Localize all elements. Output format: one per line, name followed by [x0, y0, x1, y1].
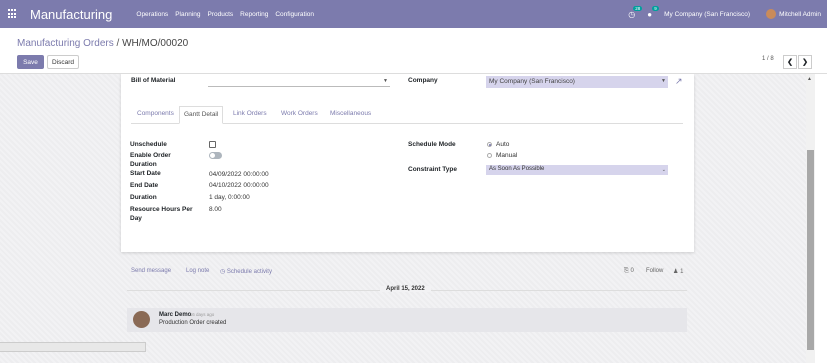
caret-down-icon: ▼ [383, 78, 388, 84]
status-bar [0, 342, 146, 352]
breadcrumb: Manufacturing Orders / WH/MO/00020 [17, 38, 188, 49]
author-avatar[interactable] [133, 311, 150, 328]
schedule-activity-label: Schedule activity [226, 269, 272, 275]
paperclip-icon: ⎘ [624, 268, 629, 274]
breadcrumb-current: WH/MO/00020 [122, 38, 189, 49]
tab-miscellaneous[interactable]: Miscellaneous [330, 110, 371, 117]
schedule-mode-manual-label[interactable]: Manual [496, 152, 517, 159]
schedule-mode-auto-radio[interactable] [487, 142, 492, 147]
schedule-mode-auto-label[interactable]: Auto [496, 141, 509, 148]
scrollbar-thumb[interactable] [807, 150, 814, 350]
tab-work-orders[interactable]: Work Orders [281, 110, 318, 117]
discard-button[interactable]: Discard [47, 55, 79, 69]
chevron-down-icon: ⌄ [661, 167, 666, 173]
send-message-button[interactable]: Send message [131, 268, 171, 274]
form-view: Bill of Material ▼ Company My Company (S… [0, 74, 806, 363]
enable-order-duration-label-line2: Duration [130, 161, 157, 168]
enable-order-duration-label: Enable Order [130, 152, 171, 159]
company-switcher[interactable]: My Company (San Francisco) [664, 11, 750, 18]
duration-value[interactable]: 1 day, 0:00:00 [209, 194, 250, 201]
external-link-icon[interactable]: ↗ [675, 76, 683, 87]
navbar-systray: ◷ 28 ● 9 My Company (San Francisco) Mitc… [628, 0, 821, 28]
apps-menu-icon[interactable] [8, 9, 18, 19]
company-value: My Company (San Francisco) [489, 78, 575, 85]
end-date-label: End Date [130, 182, 159, 189]
message-count-badge: 9 [652, 5, 659, 11]
bom-select[interactable]: ▼ [208, 76, 390, 87]
menu-item-operations[interactable]: Operations [136, 11, 168, 18]
clock-icon: ◷ [628, 9, 636, 19]
clock-icon: ◷ [220, 269, 226, 275]
menu-item-reporting[interactable]: Reporting [240, 11, 268, 18]
schedule-activity-button[interactable]: ◷ Schedule activity [220, 268, 272, 275]
attachments-button[interactable]: ⎘ 0 [624, 268, 634, 275]
user-avatar[interactable] [766, 9, 777, 19]
breadcrumb-parent[interactable]: Manufacturing Orders [17, 38, 114, 49]
vertical-scrollbar[interactable]: ▲ [806, 74, 815, 363]
breadcrumb-separator: / [116, 38, 120, 49]
user-menu[interactable]: Mitchell Admin [779, 11, 821, 18]
save-button[interactable]: Save [17, 55, 44, 69]
menu-item-configuration[interactable]: Configuration [275, 11, 314, 18]
caret-down-icon: ▼ [661, 78, 666, 84]
form-sheet [121, 74, 694, 252]
pager-value[interactable]: 1 / 8 [762, 56, 774, 62]
followers-button[interactable]: ♟ 1 [673, 268, 683, 275]
activity-count-badge: 28 [633, 5, 643, 11]
followers-count: 1 [680, 269, 684, 275]
main-menu: Operations Planning Products Reporting C… [136, 11, 321, 18]
end-date-value[interactable]: 04/10/2022 00:00:00 [209, 182, 269, 189]
app-title[interactable]: Manufacturing [30, 7, 112, 22]
user-icon: ♟ [673, 269, 679, 275]
duration-label: Duration [130, 194, 157, 201]
unschedule-checkbox[interactable] [209, 141, 216, 148]
company-select[interactable]: My Company (San Francisco) ▼ [486, 76, 668, 88]
bom-label: Bill of Material [131, 77, 176, 84]
schedule-mode-label: Schedule Mode [408, 141, 456, 148]
chatter-message: Marc Demo - 16 days ago Production Order… [127, 308, 687, 332]
message-time: - 16 days ago [187, 312, 215, 317]
schedule-mode-manual-radio[interactable] [487, 153, 492, 158]
top-navbar: Manufacturing Operations Planning Produc… [0, 0, 827, 28]
chat-icon: ● [647, 9, 653, 19]
start-date-value[interactable]: 04/09/2022 00:00:00 [209, 171, 269, 178]
notebook-tabs: Components Gantt Detail Link Orders Work… [131, 106, 683, 124]
tab-gantt-detail[interactable]: Gantt Detail [179, 106, 224, 124]
constraint-type-value: As Soon As Possible [489, 166, 545, 172]
scroll-up-arrow-icon[interactable]: ▲ [807, 76, 812, 82]
follow-button[interactable]: Follow [646, 268, 663, 274]
menu-item-planning[interactable]: Planning [175, 11, 200, 18]
messaging-button[interactable]: ● 9 [647, 5, 659, 19]
attachment-count: 0 [630, 268, 634, 274]
start-date-label: Start Date [130, 170, 161, 177]
message-body: Production Order created [159, 320, 227, 326]
resource-hours-label: Resource Hours Per [130, 206, 193, 213]
constraint-type-select[interactable]: As Soon As Possible ⌄ [486, 165, 668, 175]
date-separator-label: April 15, 2022 [380, 286, 431, 292]
log-note-button[interactable]: Log note [186, 268, 209, 274]
resource-hours-value[interactable]: 8.00 [209, 206, 222, 213]
unschedule-label: Unschedule [130, 141, 167, 148]
pager-previous-button[interactable]: ❮ [783, 55, 797, 69]
tab-link-orders[interactable]: Link Orders [233, 110, 267, 117]
pager-next-button[interactable]: ❯ [798, 55, 812, 69]
resource-hours-label-line2: Day [130, 215, 142, 222]
menu-item-products[interactable]: Products [208, 11, 234, 18]
activity-button[interactable]: ◷ 28 [628, 5, 643, 19]
constraint-type-label: Constraint Type [408, 166, 457, 173]
enable-order-duration-toggle[interactable] [209, 152, 222, 159]
company-label: Company [408, 77, 438, 84]
tab-components[interactable]: Components [137, 110, 174, 117]
